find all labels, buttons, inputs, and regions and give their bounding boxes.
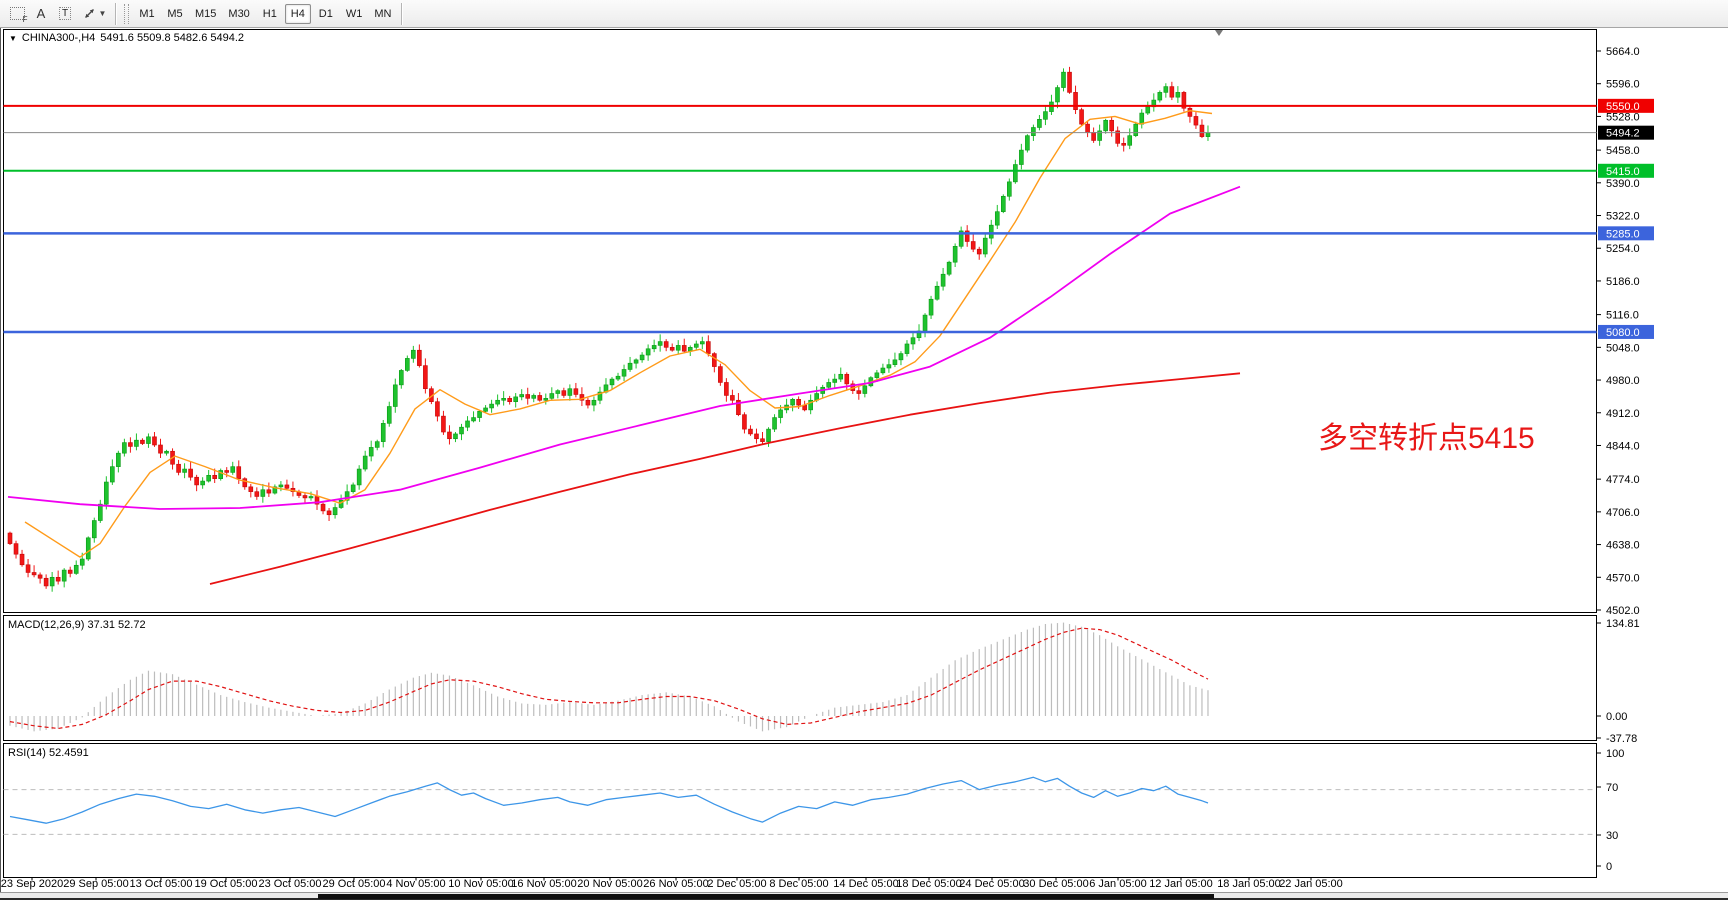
- horizontal-scrollbar[interactable]: [0, 892, 1728, 900]
- axis-label: 16 Nov 05:00: [511, 878, 576, 890]
- axis-label: 5116.0: [1606, 310, 1639, 322]
- timeframe-button-m5[interactable]: M5: [162, 4, 188, 24]
- axis-label: 5285.0: [1606, 228, 1640, 240]
- axis-label: 100: [1606, 748, 1624, 760]
- axis-label: 23 Oct 05:00: [259, 878, 322, 890]
- axis-label: 4502.0: [1606, 605, 1640, 617]
- timeframe-button-m30[interactable]: M30: [223, 4, 254, 24]
- macd-scale: 134.81 0.00 -37.78: [1597, 618, 1640, 745]
- toolbar-drag-grip[interactable]: [124, 4, 129, 24]
- main-pane[interactable]: [4, 30, 1597, 613]
- time-axis[interactable]: 23 Sep 202029 Sep 05:0013 Oct 05:0019 Oc…: [1, 878, 1343, 891]
- axis-label: 26 Nov 05:00: [643, 878, 708, 890]
- axis-label: 4774.0: [1606, 474, 1640, 486]
- timeframe-button-m15[interactable]: M15: [190, 4, 221, 24]
- chart-dropdown-icon[interactable]: ▼: [9, 34, 17, 43]
- axis-label: 4844.0: [1606, 440, 1640, 452]
- dotted-grid-icon: F: [10, 7, 25, 20]
- chart-symbol-label: CHINA300-,H4: [22, 32, 95, 44]
- axis-label: 5528.0: [1606, 111, 1640, 123]
- axis-label: 4570.0: [1606, 572, 1640, 584]
- timeframe-button-d1[interactable]: D1: [313, 4, 339, 24]
- axis-label: 4706.0: [1606, 507, 1640, 519]
- axis-label: 134.81: [1606, 618, 1640, 630]
- arrow-objects-tool[interactable]: ▼: [77, 3, 111, 25]
- frame-grid-tool-icon[interactable]: F: [5, 3, 29, 25]
- toolbar-separator: [115, 3, 116, 25]
- chevron-down-icon: ▼: [99, 9, 107, 18]
- chart-title-bar[interactable]: ▼ CHINA300-,H4 5491.6 5509.8 5482.6 5494…: [9, 32, 244, 44]
- axis-label: 5596.0: [1606, 79, 1640, 91]
- text-label-tool-icon[interactable]: A: [29, 3, 53, 25]
- chart-text-annotation[interactable]: 多空转折点5415: [1318, 413, 1535, 457]
- axis-label: 29 Oct 05:00: [323, 878, 386, 890]
- axis-label: 5080.0: [1606, 327, 1640, 339]
- macd-indicator-label: MACD(12,26,9) 37.31 52.72: [8, 619, 146, 631]
- axis-label: 12 Jan 05:00: [1149, 878, 1213, 890]
- letter-a-icon: A: [37, 6, 46, 21]
- rsi-indicator-label: RSI(14) 52.4591: [8, 747, 89, 759]
- axis-label: 13 Oct 05:00: [130, 878, 193, 890]
- axis-label: 5254.0: [1606, 243, 1640, 255]
- axis-label: 8 Dec 05:00: [769, 878, 828, 890]
- axis-label: 5494.2: [1606, 128, 1640, 140]
- macd-pane[interactable]: [4, 616, 1597, 741]
- axis-label: 4 Nov 05:00: [386, 878, 445, 890]
- axis-label: 22 Jan 05:00: [1279, 878, 1343, 890]
- rsi-pane[interactable]: [4, 744, 1597, 878]
- axis-label: 0: [1606, 861, 1612, 873]
- axis-label: 5390.0: [1606, 178, 1640, 190]
- timeframe-button-mn[interactable]: MN: [369, 4, 396, 24]
- chart-window: 5550.05415.05285.05080.05494.25664.05596…: [0, 0, 1728, 900]
- axis-label: 30 Dec 05:00: [1023, 878, 1088, 890]
- axis-label: 6 Jan 05:00: [1089, 878, 1147, 890]
- frame-tool-letter: F: [23, 15, 28, 24]
- axis-label: 70: [1606, 782, 1618, 794]
- axis-label: 4980.0: [1606, 375, 1640, 387]
- axis-label: 18 Dec 05:00: [896, 878, 961, 890]
- axis-label: 19 Oct 05:00: [195, 878, 258, 890]
- diagonal-arrows-icon: [82, 6, 97, 21]
- timeframe-button-w1[interactable]: W1: [341, 4, 368, 24]
- pane-frames: [1, 28, 1597, 892]
- axis-label: 10 Nov 05:00: [448, 878, 513, 890]
- axis-label: 4912.0: [1606, 408, 1640, 420]
- text-box-tool-icon[interactable]: T: [53, 3, 77, 25]
- axis-label: 5664.0: [1606, 46, 1640, 58]
- scrollbar-thumb[interactable]: [318, 894, 1214, 899]
- timeframe-button-m1[interactable]: M1: [134, 4, 160, 24]
- axis-label: 14 Dec 05:00: [833, 878, 898, 890]
- rsi-scale: 100 70 30 0: [1597, 748, 1624, 873]
- axis-label: -37.78: [1606, 733, 1637, 745]
- axis-label: 0.00: [1606, 711, 1627, 723]
- axis-label: 5048.0: [1606, 342, 1640, 354]
- axis-label: 29 Sep 05:00: [63, 878, 128, 890]
- toolbar: F A T ▼ M1 M5 M15 M30 H1 H4 D1 W1 MN: [0, 0, 1728, 28]
- chart-ohlc-values: 5491.6 5509.8 5482.6 5494.2: [100, 32, 244, 44]
- axis-label: 5415.0: [1606, 166, 1640, 178]
- toolbar-separator: [401, 3, 402, 25]
- axis-label: 20 Nov 05:00: [577, 878, 642, 890]
- timeframe-button-h1[interactable]: H1: [257, 4, 283, 24]
- axis-label: 5186.0: [1606, 276, 1640, 288]
- axis-label: 2 Dec 05:00: [707, 878, 766, 890]
- axis-label: 18 Jan 05:00: [1217, 878, 1281, 890]
- axis-label: 5458.0: [1606, 145, 1640, 157]
- timeframe-button-h4[interactable]: H4: [285, 4, 311, 24]
- axis-label: 5322.0: [1606, 211, 1640, 223]
- axis-label: 30: [1606, 830, 1618, 842]
- letter-t-icon: T: [59, 7, 71, 20]
- axis-label: 23 Sep 2020: [1, 878, 63, 890]
- axis-label: 4638.0: [1606, 540, 1640, 552]
- axis-label: 24 Dec 05:00: [959, 878, 1024, 890]
